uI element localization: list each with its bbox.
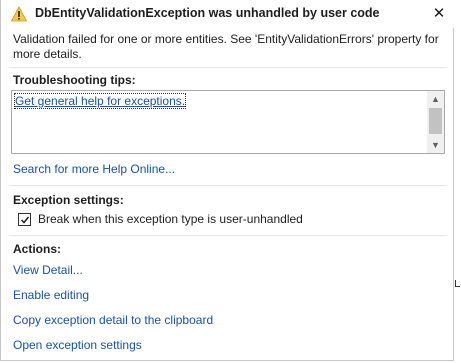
divider <box>9 235 447 236</box>
exception-message: Validation failed for one or more entiti… <box>13 32 439 61</box>
dialog-title: DbEntityValidationException was unhandle… <box>35 6 380 20</box>
warning-icon <box>10 6 28 22</box>
tips-scrollbar[interactable]: ▲ ▼ <box>427 91 444 153</box>
scroll-up-icon[interactable]: ▲ <box>427 91 444 107</box>
checkmark-icon <box>20 216 30 224</box>
open-exception-settings-link[interactable]: Open exception settings <box>13 338 142 352</box>
exception-settings-heading: Exception settings: <box>13 193 124 207</box>
scroll-down-icon[interactable]: ▼ <box>427 137 444 153</box>
troubleshooting-heading: Troubleshooting tips: <box>13 73 136 87</box>
actions-heading: Actions: <box>13 242 61 256</box>
break-on-exception-label: Break when this exception type is user-u… <box>38 212 303 226</box>
view-detail-link[interactable]: View Detail... <box>13 263 83 277</box>
troubleshooting-tips-list[interactable]: Get general help for exceptions. ▲ ▼ <box>11 90 445 154</box>
search-help-online-link[interactable]: Search for more Help Online... <box>13 162 175 176</box>
tip-link-general-help[interactable]: Get general help for exceptions. <box>13 93 187 109</box>
title-bar: DbEntityValidationException was unhandle… <box>1 0 454 28</box>
scroll-thumb[interactable] <box>429 108 442 134</box>
enable-editing-link[interactable]: Enable editing <box>13 288 89 302</box>
copy-exception-detail-link[interactable]: Copy exception detail to the clipboard <box>13 313 213 327</box>
divider <box>9 67 447 68</box>
exception-assistant-window: DbEntityValidationException was unhandle… <box>0 0 454 361</box>
break-on-exception-checkbox[interactable] <box>18 213 31 226</box>
close-icon[interactable]: ✕ <box>429 4 449 24</box>
divider <box>9 185 447 186</box>
resize-grip <box>455 280 460 287</box>
